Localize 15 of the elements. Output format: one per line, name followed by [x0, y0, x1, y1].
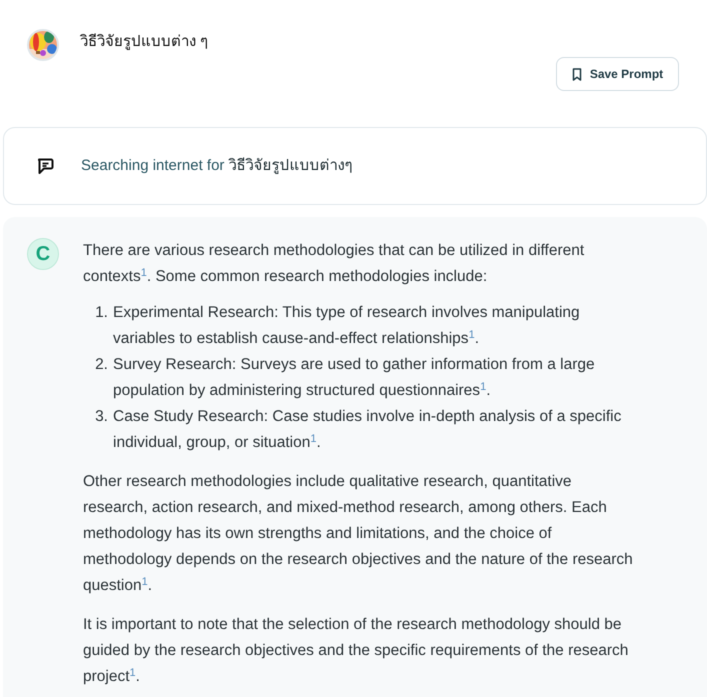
answer-paragraph: It is important to note that the selection of the research methodology should be guided by the research objectives and the specific requirements of the research project$^{1}$. [83, 615, 630, 687]
list-item-text: Experimental Research: This type of research involves manipulating variables to establish cause-and-effect relationships$^{1}$. [113, 303, 581, 349]
search-status-text: Searching internet for วิธีวิจัยรูปแบบต่างๆ [81, 156, 353, 176]
answer-paragraph: Other research methodologies include qualitative research, quantitative research, action research, and mixed-method research, among others. Each methodology has its own strengths and limitations, and the choice of methodology depends on the research objectives and the nature of the research question$^{1}$. [83, 472, 633, 596]
save-prompt-button[interactable]: Save Prompt [556, 57, 679, 91]
list-item-text: Survey Research: Surveys are used to gather information from a large population by administering structured questionnaires$^{1}$. [113, 355, 596, 401]
answer-paragraph: There are various research methodologies that can be utilized in different contexts$^{1}$. Some common research methodologies include: [83, 241, 586, 287]
list-item-text: Case Study Research: Case studies involve in-depth analysis of a specific individual, group, or situation$^{1}$. [113, 407, 622, 453]
assistant-avatar: C [27, 238, 59, 270]
prompt-title: วิธีวิจัยรูปแบบต่าง ๆ [80, 32, 208, 52]
list-number: 3. [94, 407, 109, 427]
bookmark-icon [572, 68, 582, 80]
list-number: 1. [94, 303, 109, 323]
list-number: 2. [94, 355, 109, 375]
chat-icon [36, 158, 54, 174]
